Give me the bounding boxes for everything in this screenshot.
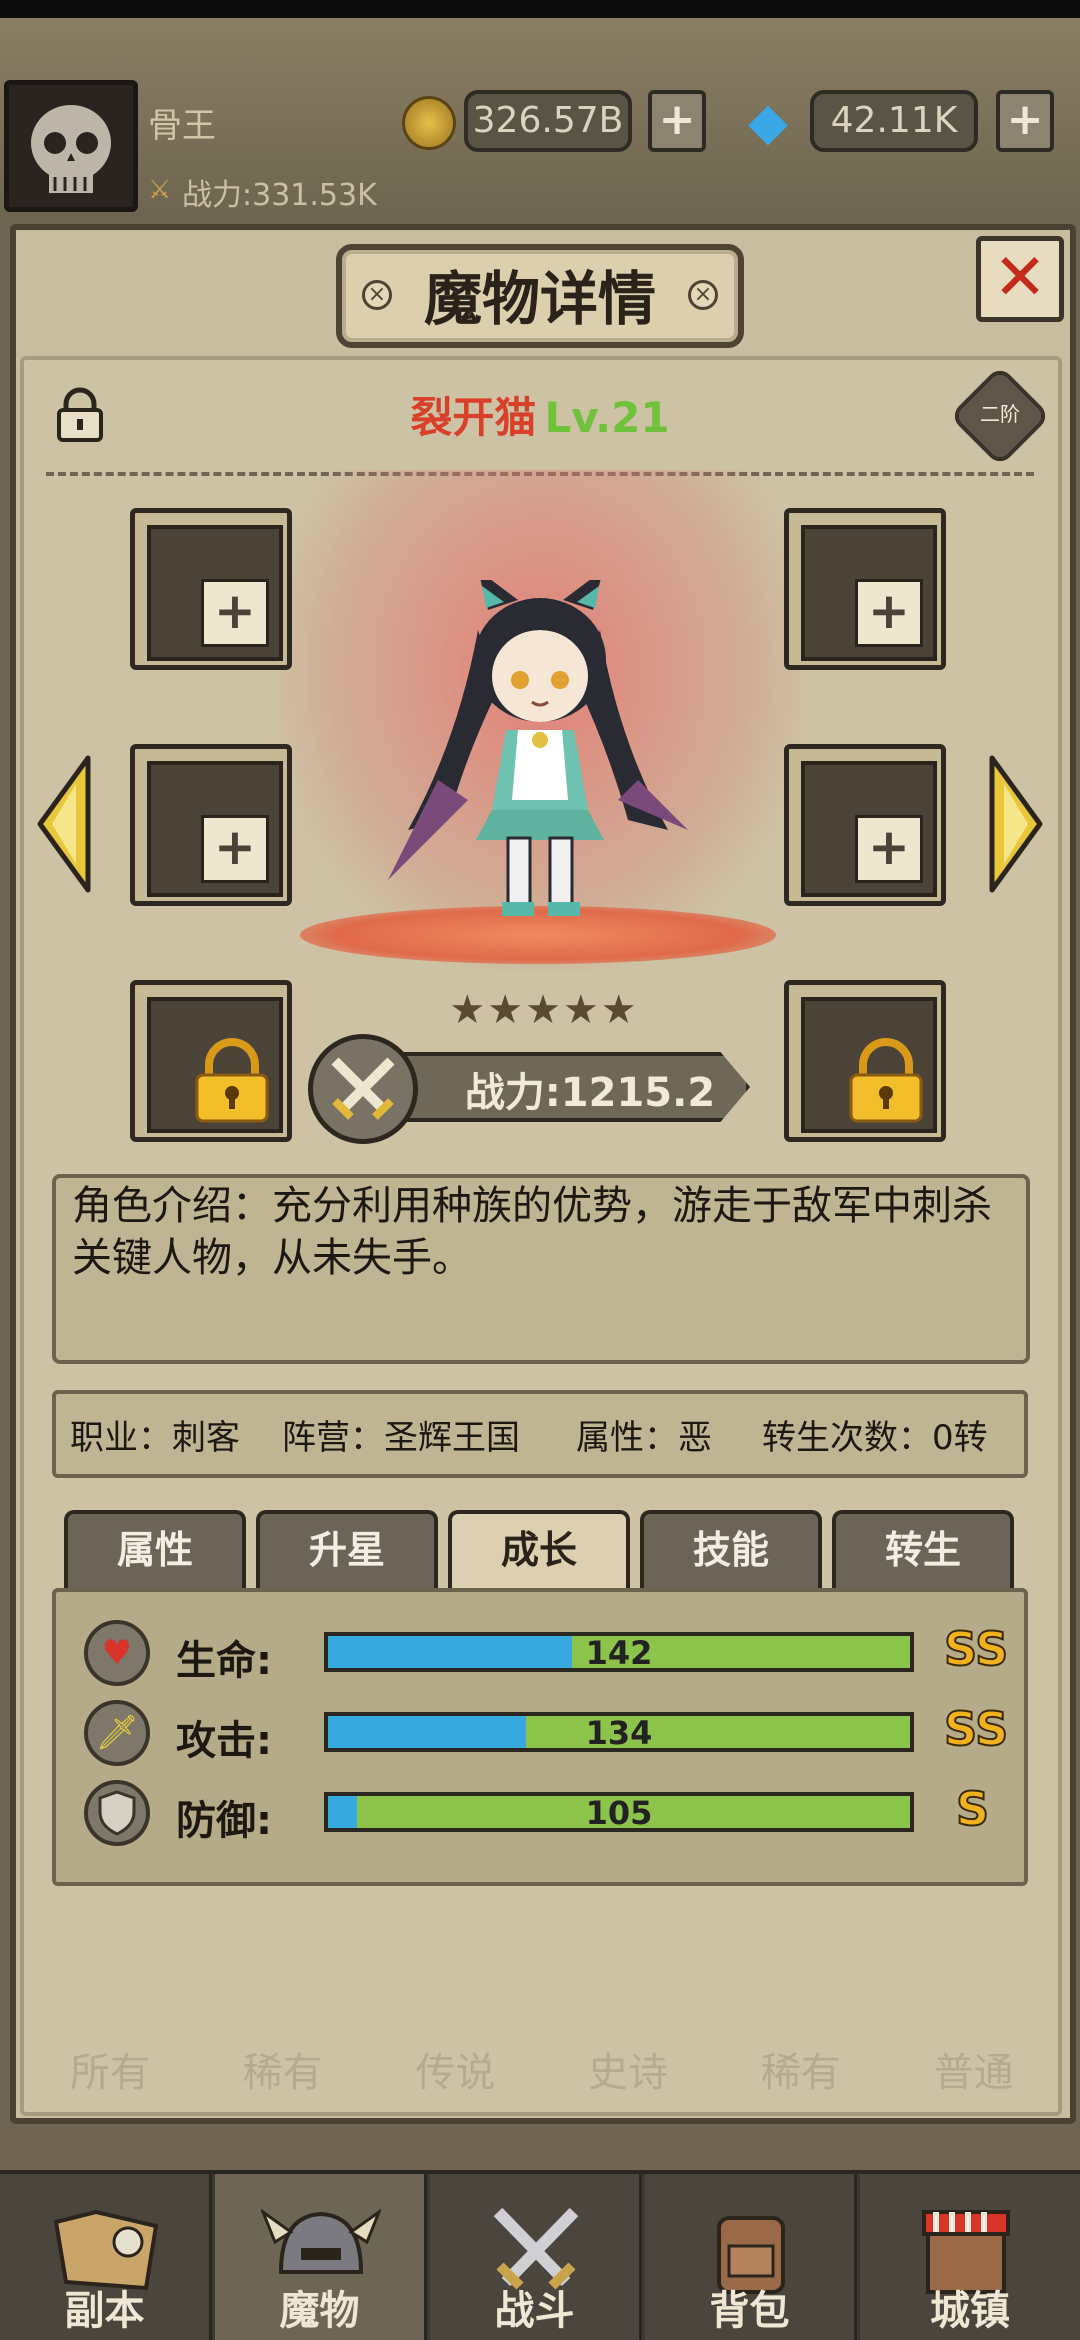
defense-label: 防御: <box>176 1798 272 1844</box>
nav-backpack[interactable]: 背包 <box>645 2174 857 2340</box>
heart-icon: ♥ <box>84 1620 150 1686</box>
filter-epic: 史诗 <box>588 2050 669 2096</box>
gold-lock-icon <box>849 1038 923 1123</box>
hp-grade: SS <box>943 1621 1009 1677</box>
add-gold-button[interactable]: + <box>648 90 706 152</box>
character-description: 角色介绍：充分利用种族的优势，游走于敌军中刺杀关键人物，从未失手。 <box>72 1183 992 1281</box>
nav-backpack-label: 背包 <box>709 2288 790 2334</box>
add-equip-icon: + <box>201 579 269 647</box>
sword-icon: 🗡 <box>84 1700 150 1766</box>
nav-monsters[interactable]: 魔物 <box>215 2174 427 2340</box>
player-power: 战力:331.53K <box>182 178 377 213</box>
crossed-swords-icon <box>308 1034 418 1144</box>
nav-town-label: 城镇 <box>930 2288 1010 2334</box>
tab-attributes[interactable]: 属性 <box>64 1510 246 1592</box>
nav-dungeon[interactable]: 副本 <box>0 2174 212 2340</box>
dialog-title: 魔物详情 <box>423 265 656 333</box>
gold-lock-icon <box>195 1038 269 1123</box>
attack-label: 攻击: <box>176 1718 272 1764</box>
alignment-info: 属性：恶 <box>576 1418 712 1458</box>
monster-name: 裂开猫 <box>410 393 537 442</box>
star-rating: ★★★★★ <box>449 987 639 1033</box>
filter-common: 普通 <box>933 2050 1014 2096</box>
add-equip-icon: + <box>855 579 923 647</box>
power-icon: ⚔ <box>148 175 172 205</box>
add-equip-icon: + <box>855 815 923 883</box>
lock-icon[interactable] <box>54 386 106 442</box>
gold-coin-icon <box>402 96 456 150</box>
tab-growth[interactable]: 成长 <box>448 1510 630 1592</box>
filter-rare: 稀有 <box>242 2050 323 2096</box>
faction-info: 阵营：圣辉王国 <box>282 1418 520 1458</box>
add-equip-icon: + <box>201 815 269 883</box>
rank-label: 二阶 <box>980 402 1020 426</box>
gem-amount: 42.11K <box>810 90 978 152</box>
filter-rare-2: 稀有 <box>760 2050 841 2096</box>
close-button[interactable]: ✕ <box>976 236 1064 322</box>
monster-power: 战力:1215.2 <box>464 1070 716 1116</box>
equip-slot-2[interactable]: + <box>784 508 946 670</box>
background-filter-row: 所有 稀有 传说 史诗 稀有 普通 <box>70 2040 1014 2100</box>
monster-name-level: 裂开猫 Lv.21 <box>330 384 750 445</box>
defense-growth-bar: 105 <box>324 1792 914 1832</box>
equip-slot-locked-2[interactable] <box>784 980 946 1142</box>
monster-level: Lv.21 <box>544 393 670 442</box>
nav-battle-label: 战斗 <box>494 2288 575 2334</box>
status-bar <box>0 0 1080 18</box>
hp-label: 生命: <box>176 1638 272 1684</box>
tab-rebirth[interactable]: 转生 <box>832 1510 1014 1592</box>
character-portrait[interactable] <box>368 580 708 940</box>
filter-all: 所有 <box>70 2050 150 2096</box>
attack-grade: SS <box>943 1701 1009 1757</box>
nav-battle[interactable]: 战斗 <box>430 2174 642 2340</box>
hp-growth-bar: 142 <box>324 1632 914 1672</box>
nav-town[interactable]: 城镇 <box>860 2174 1080 2340</box>
player-name: 骨王 <box>148 106 216 146</box>
filter-legend: 传说 <box>415 2050 496 2096</box>
job-info: 职业：刺客 <box>70 1418 240 1458</box>
attack-value: 134 <box>585 1714 653 1752</box>
shield-icon <box>84 1780 150 1846</box>
diamond-icon: ◆ <box>748 92 788 152</box>
gold-amount: 326.57B <box>464 90 632 152</box>
tab-skills[interactable]: 技能 <box>640 1510 822 1592</box>
equip-slot-locked-1[interactable] <box>130 980 292 1142</box>
equip-slot-3[interactable]: + <box>130 744 292 906</box>
add-gems-button[interactable]: + <box>996 90 1054 152</box>
next-monster-arrow-icon[interactable] <box>988 754 1044 894</box>
attack-growth-bar: 134 <box>324 1712 914 1752</box>
defense-grade: S <box>955 1781 990 1837</box>
hp-value: 142 <box>585 1634 653 1672</box>
rebirth-info: 转生次数：0转 <box>762 1418 988 1458</box>
player-avatar[interactable] <box>4 80 138 212</box>
nav-monsters-label: 魔物 <box>279 2288 360 2334</box>
equip-slot-1[interactable]: + <box>130 508 292 670</box>
equip-slot-4[interactable]: + <box>784 744 946 906</box>
defense-value: 105 <box>585 1794 653 1832</box>
nav-dungeon-label: 副本 <box>64 2288 145 2334</box>
prev-monster-arrow-icon[interactable] <box>36 754 92 894</box>
tab-star-up[interactable]: 升星 <box>256 1510 438 1592</box>
